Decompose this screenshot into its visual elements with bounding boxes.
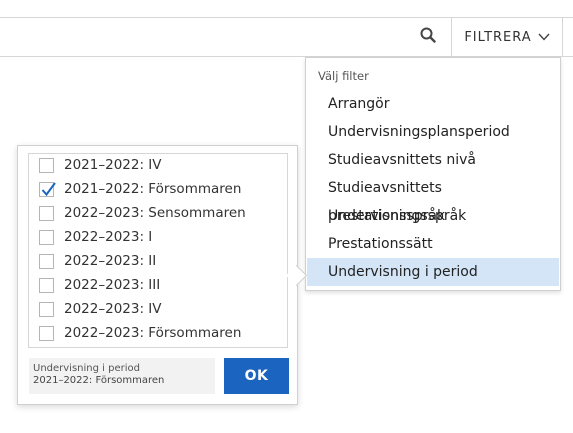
search-icon [420,27,436,47]
period-option[interactable]: 2022–2023: Sensommaren [29,202,287,226]
filter-item-undervisningsplansperiod[interactable]: Undervisningsplansperiod [307,118,559,146]
checkbox[interactable] [39,230,54,245]
selection-summary: Undervisning i period 2021–2022: Försomm… [29,358,215,394]
period-option-label: 2022–2023: I [64,229,153,245]
period-option-label: 2021–2022: Försommaren [64,181,242,197]
filter-item-undervisningssprak[interactable]: Undervisningsspråk [307,202,559,230]
checkbox[interactable] [39,206,54,221]
period-option[interactable]: 2022–2023: IV [29,298,287,322]
checkbox[interactable] [39,302,54,317]
checkbox[interactable] [39,326,54,341]
period-option-label: 2022–2023: II [64,253,157,269]
chevron-down-icon [538,30,550,45]
period-option[interactable]: 2021–2022: Försommaren [29,178,287,202]
period-option-label: 2022–2023: III [64,277,161,293]
checkbox[interactable] [39,278,54,293]
filter-item-undervisning-i-period[interactable]: Undervisning i period [307,258,559,286]
checkbox[interactable] [39,254,54,269]
checkbox-checked[interactable] [39,182,56,197]
period-option-label: 2021–2022: IV [64,157,162,173]
period-option-label: 2022–2023: Försommaren [64,325,242,341]
ok-button[interactable]: OK [224,358,289,394]
search-bar: FILTRERA [0,17,573,57]
period-option[interactable]: 2021–2022: IV [29,154,287,178]
filter-menu-heading: Välj filter [318,69,369,83]
period-option[interactable]: 2022–2023: II [29,250,287,274]
filter-item-prestationssprak[interactable]: Studieavsnittets prestationsspråk [307,174,559,224]
filter-item-arrangor[interactable]: Arrangör [307,90,559,118]
summary-value: 2021–2022: Försommaren [33,375,165,386]
search-button[interactable] [406,18,450,56]
summary-title: Undervisning i period [33,363,140,374]
period-option[interactable]: 2022–2023: Försommaren [29,322,287,346]
period-option[interactable]: 2022–2023: I [29,226,287,250]
period-filter-panel: 2021–2022: IV 2021–2022: Försommaren 202… [17,145,298,405]
checkmark-icon [41,182,56,197]
period-option-label: 2022–2023: Sensommaren [64,205,246,221]
period-options-list[interactable]: 2021–2022: IV 2021–2022: Försommaren 202… [28,153,288,348]
period-option-label: 2022–2023: IV [64,301,162,317]
filter-item-prestationssatt[interactable]: Prestationssätt [307,230,559,258]
filter-menu: Välj filter Arrangör Undervisningsplansp… [305,57,561,291]
filter-button[interactable]: FILTRERA [451,18,563,56]
filter-item-studieavsnittets-niva[interactable]: Studieavsnittets nivå [307,146,559,174]
filter-button-label: FILTRERA [464,29,532,45]
checkbox[interactable] [39,158,54,173]
period-option[interactable]: 2022–2023: III [29,274,287,298]
